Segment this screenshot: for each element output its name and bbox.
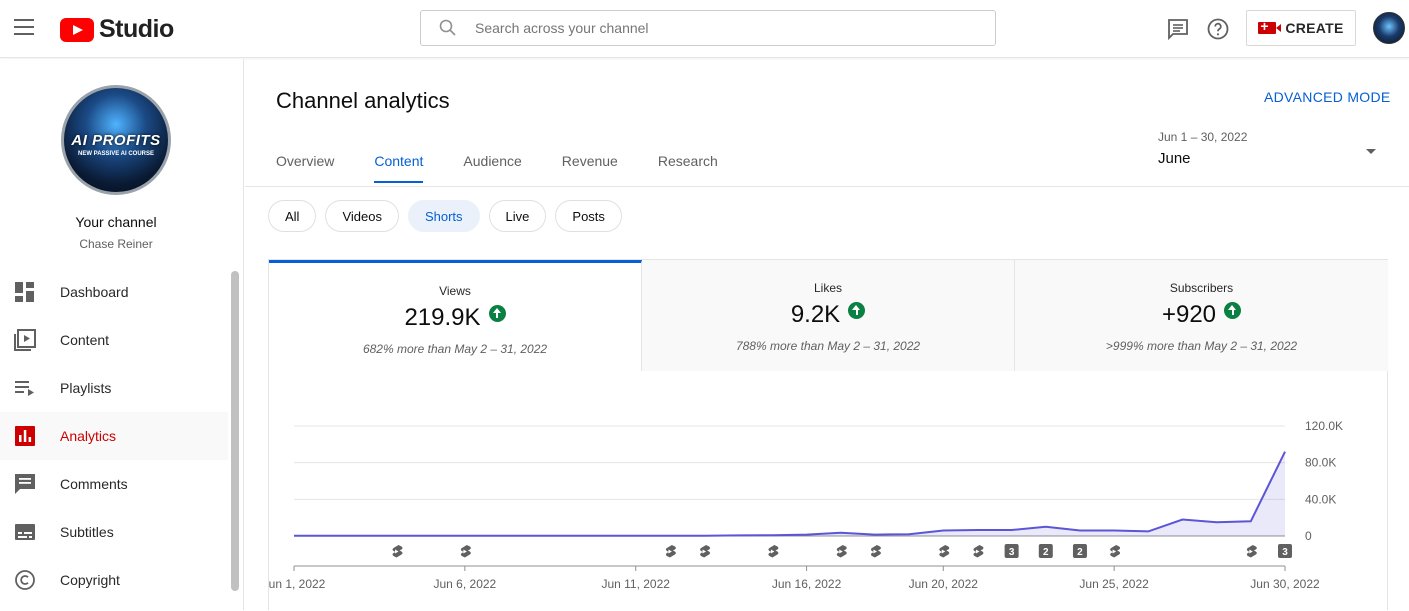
page-title: Channel analytics <box>276 88 450 113</box>
y-tick-label: 40.0K <box>1305 492 1336 506</box>
publish-count-label: 2 <box>1043 547 1049 558</box>
date-range-text: Jun 1 – 30, 2022 <box>1158 130 1248 144</box>
publish-count-label: 2 <box>1077 547 1083 558</box>
tabs-divider <box>245 186 1409 187</box>
advanced-mode-link[interactable]: ADVANCED MODE <box>1264 89 1391 105</box>
x-tick-label: Jun 20, 2022 <box>909 577 979 591</box>
sidebar: AI PROFITS NEW PASSIVE AI COURSE Your ch… <box>0 59 244 610</box>
channel-avatar[interactable]: AI PROFITS NEW PASSIVE AI COURSE <box>61 85 171 195</box>
chip-live[interactable]: Live <box>488 200 547 232</box>
feedback-icon[interactable] <box>1166 17 1190 41</box>
tab-revenue[interactable]: Revenue <box>562 153 618 183</box>
x-tick-label: Jun 25, 2022 <box>1079 577 1149 591</box>
tab-overview[interactable]: Overview <box>276 153 334 183</box>
sidebar-item-dashboard[interactable]: Dashboard <box>0 268 228 316</box>
y-tick-label: 0 <box>1305 529 1312 543</box>
chevron-down-icon <box>1366 149 1376 154</box>
create-label: CREATE <box>1285 20 1344 36</box>
account-avatar[interactable] <box>1373 12 1405 44</box>
sidebar-item-label: Comments <box>60 476 128 492</box>
date-range-value: June <box>1158 150 1191 167</box>
chip-all[interactable]: All <box>268 200 317 232</box>
youtube-logo-icon <box>60 17 94 42</box>
shorts-icon <box>392 545 403 558</box>
chip-posts[interactable]: Posts <box>555 200 622 232</box>
chip-shorts[interactable]: Shorts <box>407 200 480 232</box>
comments-icon <box>15 474 35 494</box>
shorts-icon <box>973 545 984 558</box>
shorts-icon <box>836 545 847 558</box>
y-tick-label: 80.0K <box>1305 456 1336 470</box>
search-input[interactable] <box>475 20 955 36</box>
shorts-icon <box>460 545 471 558</box>
subtitles-icon <box>15 524 35 540</box>
search-bar[interactable] <box>420 10 996 46</box>
top-bar: Studio CREATE <box>0 0 1409 58</box>
sidebar-item-label: Copyright <box>60 572 120 588</box>
analytics-tabs: Overview Content Audience Revenue Resear… <box>276 153 758 183</box>
avatar-text-main: AI PROFITS <box>71 132 161 149</box>
analytics-card: Views 219.9K 682% more than May 2 – 31, … <box>268 259 1388 610</box>
channel-name: Chase Reiner <box>79 237 153 251</box>
x-tick-label: Jun 1, 2022 <box>269 577 326 591</box>
shorts-icon <box>1110 545 1121 558</box>
sidebar-item-copyright[interactable]: Copyright <box>0 556 228 604</box>
shorts-icon <box>665 545 676 558</box>
shorts-icon <box>700 545 711 558</box>
chip-videos[interactable]: Videos <box>325 200 399 232</box>
date-range-picker[interactable]: Jun 1 – 30, 2022 June <box>1158 130 1384 178</box>
sidebar-scrollbar[interactable] <box>231 271 239 591</box>
studio-logo[interactable]: Studio <box>60 15 174 44</box>
create-video-icon <box>1258 18 1282 34</box>
help-icon[interactable] <box>1206 17 1230 41</box>
copyright-icon <box>15 570 35 590</box>
logo-text: Studio <box>99 15 174 43</box>
content-type-chips: All Videos Shorts Live Posts <box>268 200 631 232</box>
y-tick-label: 120.0K <box>1305 419 1343 433</box>
avatar-text-sub: NEW PASSIVE AI COURSE <box>77 151 154 157</box>
publish-count-label: 3 <box>1282 547 1288 558</box>
sidebar-item-comments[interactable]: Comments <box>0 460 228 508</box>
tab-research[interactable]: Research <box>658 153 718 183</box>
create-button[interactable]: CREATE <box>1246 10 1356 46</box>
shorts-icon <box>939 545 950 558</box>
tab-content[interactable]: Content <box>374 153 424 183</box>
x-tick-label: Jun 11, 2022 <box>601 577 670 591</box>
content-icon <box>14 329 36 351</box>
search-icon <box>439 19 456 36</box>
sidebar-item-label: Content <box>60 332 110 348</box>
playlists-icon <box>15 381 34 396</box>
tab-audience[interactable]: Audience <box>463 153 521 183</box>
shorts-icon <box>1246 545 1257 558</box>
sidebar-item-analytics[interactable]: Analytics <box>0 412 228 460</box>
series-area <box>294 451 1285 536</box>
x-tick-label: Jun 6, 2022 <box>434 577 497 591</box>
sidebar-item-subtitles[interactable]: Subtitles <box>0 508 228 556</box>
dashboard-icon <box>15 282 34 302</box>
sidebar-item-label: Subtitles <box>60 524 114 540</box>
shorts-icon <box>768 545 779 558</box>
views-chart: 0 40.0K 80.0K 120.0K Jun 1, 2022 Jun 6, 2022 J… <box>269 419 1343 591</box>
x-tick-label: Jun 16, 2022 <box>772 577 842 591</box>
menu-icon[interactable] <box>14 19 34 35</box>
series-line-views <box>294 451 1286 537</box>
publish-count-label: 3 <box>1009 547 1015 558</box>
main-content: Channel analytics ADVANCED MODE Jun 1 – … <box>245 59 1409 610</box>
analytics-icon <box>15 426 35 446</box>
sidebar-item-label: Dashboard <box>60 284 129 300</box>
sidebar-item-label: Playlists <box>60 380 112 396</box>
sidebar-item-content[interactable]: Content <box>0 316 228 364</box>
x-tick-label: Jun 30, 2022 <box>1250 577 1320 591</box>
sidebar-item-label: Analytics <box>60 428 117 444</box>
your-channel-label: Your channel <box>75 214 157 230</box>
sidebar-item-playlists[interactable]: Playlists <box>0 364 228 412</box>
shorts-icon <box>870 545 881 558</box>
